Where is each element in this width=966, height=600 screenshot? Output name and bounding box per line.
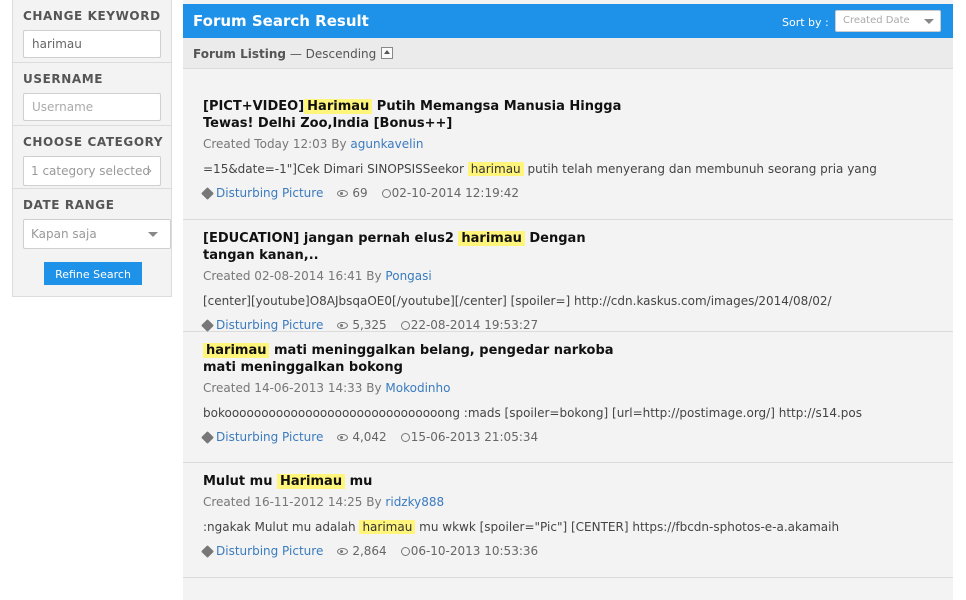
created-info: Created 02-08-2014 16:41 By bbox=[203, 269, 382, 283]
keyword-label: CHANGE KEYWORD bbox=[23, 9, 161, 23]
view-count: 5,325 bbox=[352, 318, 387, 332]
title-text: Mulut mu bbox=[203, 474, 273, 489]
eye-icon bbox=[337, 321, 349, 329]
author-link[interactable]: Mokodinho bbox=[385, 381, 450, 395]
category-link[interactable]: Disturbing Picture bbox=[216, 186, 323, 200]
author-link[interactable]: Pongasi bbox=[385, 269, 431, 283]
result-list: [PICT+VIDEO] Harimau Putih Memangsa Manus… bbox=[183, 69, 953, 578]
date-range-label: DATE RANGE bbox=[23, 198, 115, 212]
clock-icon bbox=[400, 320, 410, 330]
listing-order: — Descending bbox=[289, 47, 377, 61]
thread-meta: Created Today 12:03 By agunkavelin bbox=[203, 137, 953, 151]
thread-title-link[interactable]: [EDUCATION] jangan pernah elus2 harimau … bbox=[203, 230, 623, 264]
view-count: 69 bbox=[352, 186, 368, 200]
thread-stats: Disturbing Picture 69 02-10-2014 12:19:4… bbox=[201, 186, 953, 200]
keyword-highlight: Harimau bbox=[276, 474, 346, 489]
sort-label: Sort by : bbox=[782, 16, 829, 29]
listing-bar: Forum Listing — Descending bbox=[183, 38, 953, 69]
thread-snippet: :ngakak Mulut mu adalah harimau mu wkwk … bbox=[203, 520, 953, 534]
thread-title-link[interactable]: [PICT+VIDEO] Harimau Putih Memangsa Manus… bbox=[203, 98, 643, 132]
sidebar: CHANGE KEYWORD USERNAME CHOOSE CATEGORY … bbox=[12, 0, 172, 297]
clock-icon bbox=[381, 188, 391, 198]
thread-title-link[interactable]: Mulut mu Harimau mu bbox=[203, 473, 643, 490]
thread-snippet: bokoooooooooooooooooooooooooooooong :mad… bbox=[203, 406, 953, 420]
chevron-right-icon: › bbox=[147, 164, 152, 177]
eye-icon bbox=[337, 189, 349, 197]
title-text: [EDUCATION] jangan pernah elus2 bbox=[203, 231, 454, 246]
thread-snippet: [center][youtube]O8AJbsqaOE0[/youtube][/… bbox=[203, 294, 953, 308]
chevron-down-icon bbox=[148, 232, 158, 237]
last-post-time: 22-08-2014 19:53:27 bbox=[410, 318, 539, 332]
thread-stats: Disturbing Picture 5,325 22-08-2014 19:5… bbox=[201, 318, 953, 332]
tag-icon bbox=[201, 318, 214, 332]
page-title: Forum Search Result bbox=[193, 12, 369, 30]
username-input[interactable] bbox=[23, 93, 161, 121]
title-text: mu bbox=[349, 474, 373, 489]
chevron-down-icon bbox=[924, 19, 934, 24]
keyword-highlight: harimau bbox=[458, 231, 525, 246]
clock-icon bbox=[400, 432, 410, 442]
snippet-text: mu wkwk [spoiler="Pic"] [CENTER] https:/… bbox=[419, 520, 840, 534]
keyword-highlight: harimau bbox=[359, 520, 416, 534]
date-range-value: Kapan saja bbox=[31, 227, 97, 241]
category-section: CHOOSE CATEGORY 1 category selected › bbox=[13, 126, 171, 189]
created-info: Created 14-06-2013 14:33 By bbox=[203, 381, 382, 395]
eye-icon bbox=[337, 547, 349, 555]
view-count: 2,864 bbox=[352, 544, 387, 558]
sort-order-toggle-button[interactable] bbox=[381, 47, 393, 59]
result-item: harimau mati meninggalkan belang, penged… bbox=[183, 332, 953, 463]
keyword-input[interactable] bbox=[23, 30, 161, 58]
result-header: Forum Search Result Sort by : Created Da… bbox=[183, 4, 953, 38]
category-select[interactable]: 1 category selected › bbox=[23, 156, 161, 186]
thread-title-link[interactable]: harimau mati meninggalkan belang, penged… bbox=[203, 342, 643, 376]
clock-icon bbox=[400, 546, 410, 556]
last-post-time: 02-10-2014 12:19:42 bbox=[391, 186, 520, 200]
thread-meta: Created 14-06-2013 14:33 By Mokodinho bbox=[203, 381, 953, 395]
last-post-time: 06-10-2013 10:53:36 bbox=[410, 544, 539, 558]
snippet-text: putih telah menyerang dan membunuh seora… bbox=[527, 162, 877, 176]
refine-search-button[interactable]: Refine Search bbox=[44, 262, 142, 285]
keyword-highlight: harimau bbox=[203, 343, 270, 358]
sort-select[interactable]: Created Date bbox=[835, 10, 941, 32]
category-label: CHOOSE CATEGORY bbox=[23, 135, 164, 149]
date-range-select[interactable]: Kapan saja bbox=[23, 219, 171, 249]
snippet-text: bokoooooooooooooooooooooooooooooong :mad… bbox=[203, 406, 863, 420]
thread-meta: Created 16-11-2012 14:25 By ridzky888 bbox=[203, 495, 953, 509]
username-label: USERNAME bbox=[23, 72, 104, 86]
author-link[interactable]: agunkavelin bbox=[350, 137, 423, 151]
main-content: Forum Search Result Sort by : Created Da… bbox=[183, 0, 953, 600]
title-text: [PICT+VIDEO] bbox=[203, 99, 305, 114]
created-info: Created 16-11-2012 14:25 By bbox=[203, 495, 382, 509]
created-info: Created Today 12:03 By bbox=[203, 137, 347, 151]
thread-meta: Created 02-08-2014 16:41 By Pongasi bbox=[203, 269, 953, 283]
snippet-text: =15&date=-1"]Cek Dimari SINOPSISSeekor bbox=[203, 162, 464, 176]
thread-snippet: =15&date=-1"]Cek Dimari SINOPSISSeekor h… bbox=[203, 162, 953, 176]
result-item: [EDUCATION] jangan pernah elus2 harimau … bbox=[183, 220, 953, 332]
category-link[interactable]: Disturbing Picture bbox=[216, 544, 323, 558]
snippet-text: [center][youtube]O8AJbsqaOE0[/youtube][/… bbox=[203, 294, 832, 308]
thread-stats: Disturbing Picture 4,042 15-06-2013 21:0… bbox=[201, 430, 953, 444]
category-link[interactable]: Disturbing Picture bbox=[216, 318, 323, 332]
keyword-section: CHANGE KEYWORD bbox=[13, 0, 171, 63]
listing-label: Forum Listing bbox=[193, 47, 286, 61]
sort-select-value: Created Date bbox=[843, 15, 910, 26]
date-range-section: DATE RANGE Kapan saja Refine Search bbox=[13, 189, 171, 285]
last-post-time: 15-06-2013 21:05:34 bbox=[410, 430, 539, 444]
category-link[interactable]: Disturbing Picture bbox=[216, 430, 323, 444]
tag-icon bbox=[201, 544, 214, 558]
keyword-highlight: Harimau bbox=[304, 99, 373, 114]
result-item: [PICT+VIDEO] Harimau Putih Memangsa Manus… bbox=[183, 69, 953, 220]
result-item: Mulut mu Harimau mu Created 16-11-2012 1… bbox=[183, 463, 953, 578]
keyword-highlight: harimau bbox=[467, 162, 524, 176]
author-link[interactable]: ridzky888 bbox=[385, 495, 444, 509]
view-count: 4,042 bbox=[352, 430, 387, 444]
eye-icon bbox=[337, 433, 349, 441]
snippet-text: :ngakak Mulut mu adalah bbox=[203, 520, 356, 534]
tag-icon bbox=[201, 186, 214, 200]
username-section: USERNAME bbox=[13, 63, 171, 126]
thread-stats: Disturbing Picture 2,864 06-10-2013 10:5… bbox=[201, 544, 953, 558]
category-select-value: 1 category selected bbox=[31, 164, 150, 178]
tag-icon bbox=[201, 430, 214, 444]
listing-heading: Forum Listing — Descending bbox=[193, 47, 376, 61]
